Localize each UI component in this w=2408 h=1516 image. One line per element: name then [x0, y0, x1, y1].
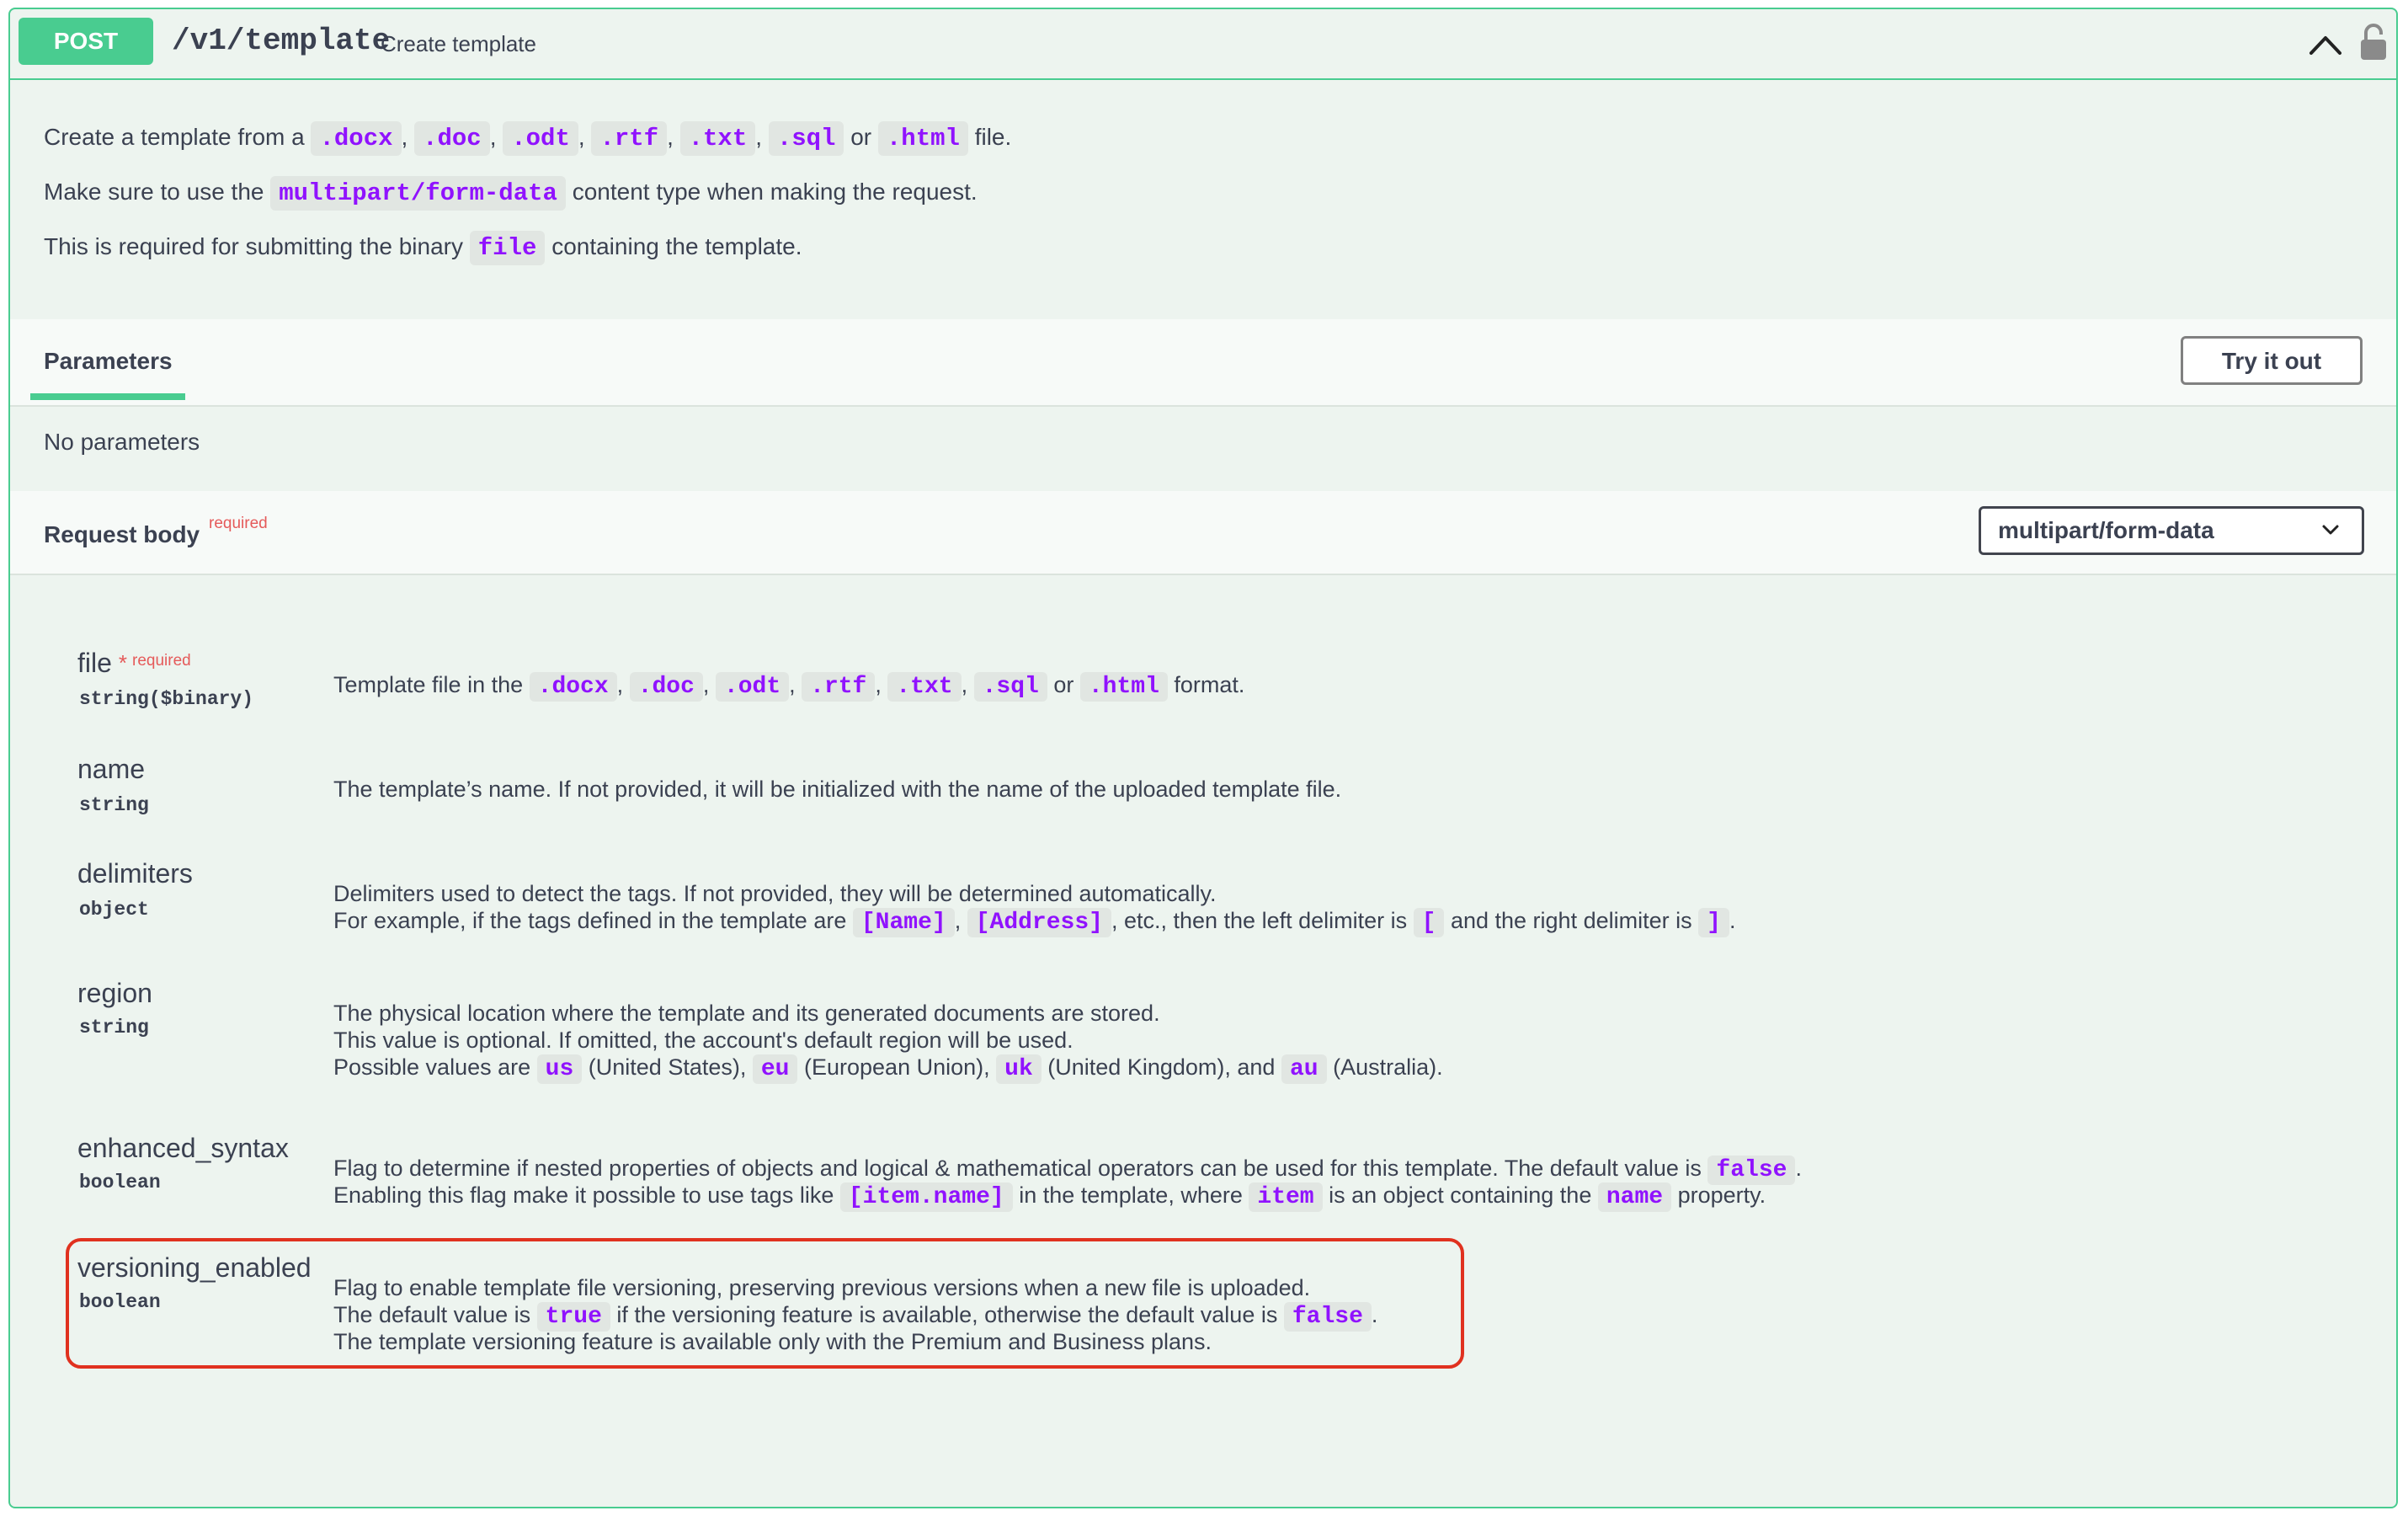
- description-text: format.: [1174, 672, 1245, 697]
- content-type-select[interactable]: multipart/form-data: [1979, 506, 2364, 555]
- description-line-1: Create a template from a .docx, .doc, .o…: [44, 119, 1011, 157]
- region-code: us: [536, 1054, 583, 1084]
- required-label: required: [209, 515, 268, 532]
- tab-active-indicator: [30, 393, 185, 400]
- request-body-header: Request body required multipart/form-dat…: [10, 491, 2396, 575]
- property-description: The physical location where the template…: [333, 1001, 1160, 1026]
- description-text: Flag to determine if nested properties o…: [333, 1156, 1702, 1181]
- description-line-2: Make sure to use the multipart/form-data…: [44, 173, 978, 212]
- description-text: Possible values are: [333, 1054, 531, 1080]
- description-text: Create a template from a: [44, 124, 305, 150]
- property-name-text: file: [77, 648, 112, 678]
- no-parameters-text: No parameters: [44, 429, 200, 455]
- property-type: string: [79, 1017, 149, 1038]
- property-name-file: file * required: [77, 646, 191, 680]
- property-type: object: [79, 899, 149, 921]
- region-code: au: [1281, 1054, 1327, 1084]
- description-text: (Australia).: [1333, 1054, 1443, 1080]
- region-code: uk: [996, 1054, 1042, 1084]
- description-text: is an object containing the: [1329, 1182, 1592, 1208]
- property-description: Possible values are us (United States), …: [333, 1054, 1443, 1084]
- property-description: This value is optional. If omitted, the …: [333, 1028, 1073, 1053]
- format-code: .sql: [973, 672, 1047, 702]
- format-code: .doc: [629, 672, 703, 702]
- property-description: For example, if the tags defined in the …: [333, 908, 1736, 937]
- required-label: required: [132, 652, 191, 670]
- file-code: file: [469, 231, 546, 265]
- format-code: .rtf: [591, 121, 668, 156]
- property-name-delimiters: delimiters: [77, 858, 193, 889]
- description-text: (United Kingdom), and: [1047, 1054, 1276, 1080]
- format-code: .txt: [887, 672, 962, 702]
- format-code: .sql: [768, 121, 844, 156]
- example-code: name: [1597, 1182, 1672, 1212]
- method-badge: POST: [19, 18, 153, 65]
- description-text: For example, if the tags defined in the …: [333, 908, 847, 933]
- format-code: .txt: [679, 121, 756, 156]
- format-code: .odt: [503, 121, 578, 156]
- operation-block: POST /v1/template Create template Create…: [8, 8, 2398, 1508]
- format-code: .html: [877, 121, 968, 156]
- description-text: property.: [1677, 1182, 1766, 1208]
- description-text: (European Union),: [804, 1054, 990, 1080]
- description-text: , etc., then the left delimiter is: [1111, 908, 1408, 933]
- chevron-up-icon[interactable]: [2307, 28, 2344, 60]
- value-code: false: [1707, 1156, 1796, 1185]
- property-description: Flag to determine if nested properties o…: [333, 1155, 1802, 1185]
- example-code: [Name]: [852, 908, 955, 937]
- description-text: and the right delimiter is: [1450, 908, 1692, 933]
- property-name-name: name: [77, 754, 146, 784]
- example-code: [: [1413, 908, 1445, 937]
- property-description: Enabling this flag make it possible to u…: [333, 1182, 1766, 1212]
- endpoint-path: /v1/template: [172, 24, 391, 58]
- format-code: .doc: [414, 121, 490, 156]
- description-text: or: [850, 124, 872, 150]
- content-type-code: multipart/form-data: [270, 176, 566, 211]
- description-text: in the template, where: [1019, 1182, 1243, 1208]
- region-code: eu: [752, 1054, 798, 1084]
- description-text: Template file in the: [333, 672, 524, 697]
- request-body-title: Request body: [44, 521, 200, 547]
- property-type: string($binary): [79, 688, 254, 710]
- lock-icon[interactable]: [2359, 23, 2388, 61]
- property-name-region: region: [77, 978, 152, 1008]
- description-text: content type when making the request.: [572, 179, 978, 205]
- example-code: [item.name]: [839, 1182, 1013, 1212]
- property-name-enhanced-syntax: enhanced_syntax: [77, 1133, 289, 1163]
- highlight-box: [66, 1238, 1464, 1369]
- property-type: boolean: [79, 1172, 161, 1193]
- description-line-3: This is required for submitting the bina…: [44, 228, 802, 267]
- description-text: This is required for submitting the bina…: [44, 233, 463, 259]
- example-code: ]: [1698, 908, 1729, 937]
- format-code: .rtf: [802, 672, 876, 702]
- example-code: item: [1249, 1182, 1323, 1212]
- operation-summary[interactable]: POST /v1/template Create template: [10, 9, 2396, 80]
- parameters-header: Parameters Try it out: [10, 319, 2396, 407]
- description-text: .: [1729, 908, 1736, 933]
- format-code: .docx: [311, 121, 402, 156]
- description-text: file.: [974, 124, 1012, 150]
- description-text: Make sure to use the: [44, 179, 264, 205]
- description-text: containing the template.: [551, 233, 802, 259]
- operation-summary-text: Create template: [381, 31, 536, 56]
- description-text: Enabling this flag make it possible to u…: [333, 1182, 834, 1208]
- description-text: (United States),: [588, 1054, 747, 1080]
- format-code: .odt: [715, 672, 790, 702]
- try-it-out-button[interactable]: Try it out: [2181, 336, 2363, 385]
- property-description: The template’s name. If not provided, it…: [333, 777, 1342, 802]
- description-text: or: [1053, 672, 1074, 697]
- property-description: Template file in the .docx, .doc, .odt, …: [333, 672, 1245, 702]
- description-text: .: [1795, 1156, 1802, 1181]
- property-type: string: [79, 794, 149, 816]
- required-star: *: [118, 650, 128, 675]
- content-type-value: multipart/form-data: [1998, 517, 2214, 543]
- format-code: .docx: [529, 672, 617, 702]
- chevron-down-icon: [2322, 525, 2339, 535]
- format-code: .html: [1079, 672, 1168, 702]
- tab-parameters[interactable]: Parameters: [44, 348, 173, 375]
- example-code: [Address]: [967, 908, 1111, 937]
- property-description: Delimiters used to detect the tags. If n…: [333, 881, 1217, 906]
